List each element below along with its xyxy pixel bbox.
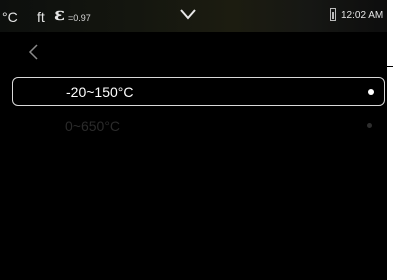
clock-time: 12:02 AM	[341, 10, 384, 21]
thermal-camera-screen: °C ft ε =0.97 12:02 AM -20~150°C 0~650°C	[0, 0, 387, 280]
unselected-radio-dot	[367, 123, 372, 128]
distance-unit: ft	[37, 9, 45, 25]
range-option-label: -20~150°C	[66, 84, 134, 100]
emissivity-icon: ε	[54, 4, 65, 25]
chevron-down-icon[interactable]	[180, 8, 196, 20]
chevron-left-icon[interactable]	[26, 40, 42, 64]
temperature-unit: °C	[2, 9, 18, 25]
range-option-label: 0~650°C	[65, 118, 121, 134]
range-option-low[interactable]: -20~150°C	[12, 77, 385, 106]
divider	[387, 66, 393, 67]
selected-radio-dot	[368, 89, 374, 95]
range-option-high[interactable]: 0~650°C	[12, 113, 385, 142]
status-bar: °C ft ε =0.97 12:02 AM	[0, 0, 387, 32]
battery-icon	[330, 8, 336, 21]
emissivity-value: =0.97	[68, 13, 91, 23]
